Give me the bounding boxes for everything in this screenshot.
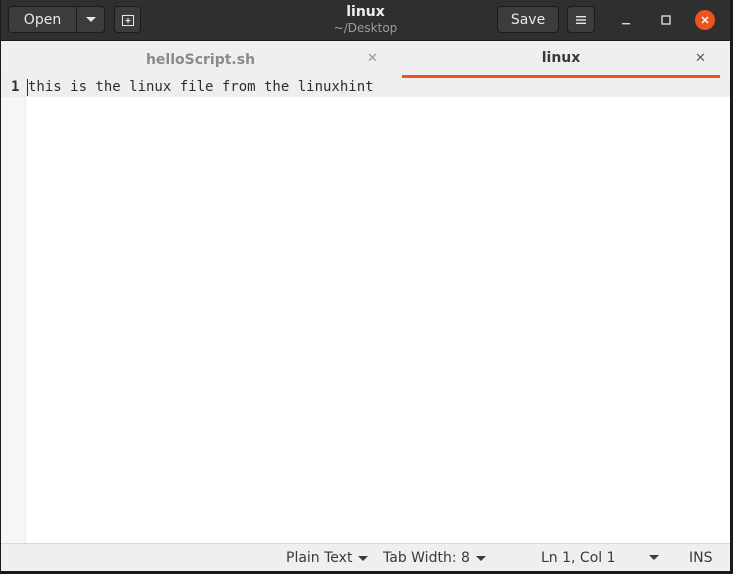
status-bar: Plain Text Tab Width: 8 Ln 1, Col 1 INS: [1, 543, 730, 571]
gedit-window: Open linux ~/Desktop Save helloScript.sh…: [1, 0, 730, 571]
tab-label: helloScript.sh: [145, 51, 256, 68]
tab-linux[interactable]: linux ✕: [402, 41, 720, 78]
minimize-icon: [622, 23, 630, 25]
line-number-gutter: [1, 78, 26, 543]
chevron-down-icon: [649, 555, 659, 560]
tab-bar: helloScript.sh ✕ linux ✕: [1, 41, 730, 79]
close-window-button[interactable]: [695, 10, 715, 30]
window-title: linux ~/Desktop: [281, 4, 450, 36]
header-bar: Open linux ~/Desktop Save: [1, 0, 730, 41]
open-menu-button[interactable]: [76, 6, 105, 33]
insert-mode-indicator: INS: [689, 550, 713, 566]
close-icon: [701, 16, 709, 24]
maximize-button[interactable]: [656, 10, 676, 30]
minimize-button[interactable]: [616, 10, 636, 30]
tab-helloscript[interactable]: helloScript.sh ✕: [1, 41, 400, 78]
cursor-position-label: Ln 1, Col 1: [541, 550, 616, 566]
tab-width-label: Tab Width: 8: [383, 550, 470, 566]
new-tab-button[interactable]: [114, 6, 141, 33]
language-label: Plain Text: [286, 550, 353, 566]
menu-button[interactable]: [567, 6, 595, 33]
open-button[interactable]: Open: [8, 6, 77, 33]
document-path: ~/Desktop: [333, 21, 398, 35]
tab-width-selector[interactable]: Tab Width: 8: [383, 550, 486, 566]
open-button-label: Open: [23, 11, 62, 28]
new-tab-icon: [121, 14, 134, 26]
hamburger-menu-icon: [576, 15, 586, 24]
go-to-line-menu[interactable]: [649, 555, 659, 560]
tab-close-icon[interactable]: ✕: [695, 51, 706, 66]
line-number: 1: [11, 79, 20, 95]
save-button[interactable]: Save: [497, 6, 559, 33]
insert-mode-label: INS: [689, 550, 713, 566]
chevron-down-icon: [475, 555, 486, 561]
chevron-down-icon: [85, 17, 96, 22]
text-editor[interactable]: 1 this is the linux file from the linuxh…: [1, 78, 730, 543]
cursor-position[interactable]: Ln 1, Col 1: [541, 550, 616, 566]
language-selector[interactable]: Plain Text: [286, 550, 369, 566]
document-title: linux: [346, 4, 385, 20]
maximize-icon: [661, 15, 671, 25]
save-button-label: Save: [510, 11, 546, 28]
tab-label: linux: [541, 50, 581, 66]
tab-close-icon[interactable]: ✕: [367, 51, 378, 66]
chevron-down-icon: [358, 555, 369, 561]
editor-line[interactable]: this is the linux file from the linuxhin…: [28, 79, 374, 95]
